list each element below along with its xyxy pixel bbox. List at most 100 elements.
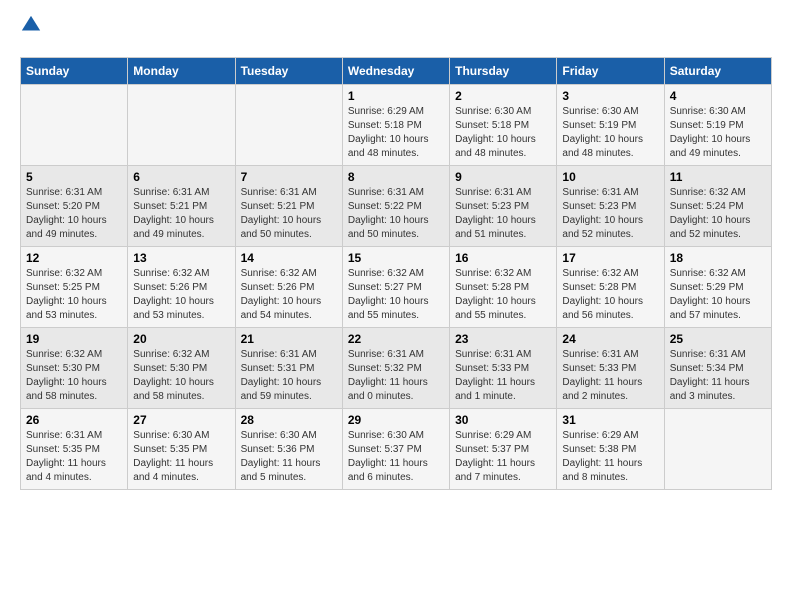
day-number: 24 xyxy=(562,332,658,346)
day-info: Sunrise: 6:31 AM Sunset: 5:22 PM Dayligh… xyxy=(348,186,444,242)
day-number: 3 xyxy=(562,89,658,103)
header-wednesday: Wednesday xyxy=(342,58,449,85)
calendar-cell: 23 Sunrise: 6:31 AM Sunset: 5:33 PM Dayli… xyxy=(450,328,557,409)
day-number: 5 xyxy=(26,170,122,184)
calendar-cell: 3Sunrise: 6:30 AM Sunset: 5:19 PM Daylig… xyxy=(557,85,664,166)
day-number: 17 xyxy=(562,251,658,265)
calendar-cell: 1Sunrise: 6:29 AM Sunset: 5:18 PM Daylig… xyxy=(342,85,449,166)
day-number: 21 xyxy=(241,332,337,346)
day-info: Sunrise: 6:31 AM Sunset: 5:21 PM Dayligh… xyxy=(241,186,337,242)
day-number: 30 xyxy=(455,413,551,427)
calendar-cell: 24Sunrise: 6:31 AM Sunset: 5:33 PM Dayli… xyxy=(557,328,664,409)
day-number: 8 xyxy=(348,170,444,184)
day-info: Sunrise: 6:32 AM Sunset: 5:29 PM Dayligh… xyxy=(670,267,766,323)
page-header xyxy=(20,20,772,41)
day-number: 6 xyxy=(133,170,229,184)
calendar-cell: 28 Sunrise: 6:30 AM Sunset: 5:36 PM Dayli… xyxy=(235,409,342,490)
calendar-cell: 26Sunrise: 6:31 AM Sunset: 5:35 PM Dayli… xyxy=(21,409,128,490)
calendar-week-1: 1Sunrise: 6:29 AM Sunset: 5:18 PM Daylig… xyxy=(21,85,772,166)
day-info: Sunrise: 6:32 AM Sunset: 5:26 PM Dayligh… xyxy=(241,267,337,323)
day-number: 1 xyxy=(348,89,444,103)
calendar-cell: 12Sunrise: 6:32 AM Sunset: 5:25 PM Dayli… xyxy=(21,247,128,328)
day-info: Sunrise: 6:32 AM Sunset: 5:24 PM Dayligh… xyxy=(670,186,766,242)
day-info: Sunrise: 6:30 AM Sunset: 5:35 PM Dayligh… xyxy=(133,429,229,485)
calendar-cell: 10 Sunrise: 6:31 AM Sunset: 5:23 PM Dayli… xyxy=(557,166,664,247)
day-info: Sunrise: 6:32 AM Sunset: 5:30 PM Dayligh… xyxy=(26,348,122,404)
day-info: Sunrise: 6:31 AM Sunset: 5:23 PM Dayligh… xyxy=(455,186,551,242)
weekday-header-row: Sunday Monday Tuesday Wednesday Thursday… xyxy=(21,58,772,85)
day-number: 15 xyxy=(348,251,444,265)
day-number: 19 xyxy=(26,332,122,346)
day-number: 25 xyxy=(670,332,766,346)
calendar-week-4: 19 Sunrise: 6:32 AM Sunset: 5:30 PM Dayli… xyxy=(21,328,772,409)
day-info: Sunrise: 6:31 AM Sunset: 5:21 PM Dayligh… xyxy=(133,186,229,242)
day-number: 12 xyxy=(26,251,122,265)
calendar-cell: 18Sunrise: 6:32 AM Sunset: 5:29 PM Dayli… xyxy=(664,247,771,328)
logo xyxy=(20,20,46,41)
day-info: Sunrise: 6:29 AM Sunset: 5:37 PM Dayligh… xyxy=(455,429,551,485)
header-sunday: Sunday xyxy=(21,58,128,85)
calendar-week-5: 26Sunrise: 6:31 AM Sunset: 5:35 PM Dayli… xyxy=(21,409,772,490)
day-info: Sunrise: 6:31 AM Sunset: 5:23 PM Dayligh… xyxy=(562,186,658,242)
calendar-cell: 29Sunrise: 6:30 AM Sunset: 5:37 PM Dayli… xyxy=(342,409,449,490)
day-number: 10 xyxy=(562,170,658,184)
calendar-table: Sunday Monday Tuesday Wednesday Thursday… xyxy=(20,57,772,490)
day-info: Sunrise: 6:32 AM Sunset: 5:28 PM Dayligh… xyxy=(455,267,551,323)
calendar-week-3: 12Sunrise: 6:32 AM Sunset: 5:25 PM Dayli… xyxy=(21,247,772,328)
calendar-cell: 13 Sunrise: 6:32 AM Sunset: 5:26 PM Dayli… xyxy=(128,247,235,328)
day-number: 7 xyxy=(241,170,337,184)
calendar-cell: 17 Sunrise: 6:32 AM Sunset: 5:28 PM Dayli… xyxy=(557,247,664,328)
day-info: Sunrise: 6:31 AM Sunset: 5:34 PM Dayligh… xyxy=(670,348,766,404)
calendar-cell xyxy=(21,85,128,166)
calendar-cell: 27 Sunrise: 6:30 AM Sunset: 5:35 PM Dayli… xyxy=(128,409,235,490)
day-info: Sunrise: 6:30 AM Sunset: 5:36 PM Dayligh… xyxy=(241,429,337,485)
calendar-cell: 8 Sunrise: 6:31 AM Sunset: 5:22 PM Daylig… xyxy=(342,166,449,247)
day-number: 28 xyxy=(241,413,337,427)
day-info: Sunrise: 6:31 AM Sunset: 5:35 PM Dayligh… xyxy=(26,429,122,485)
calendar-cell xyxy=(128,85,235,166)
header-saturday: Saturday xyxy=(664,58,771,85)
day-number: 2 xyxy=(455,89,551,103)
day-number: 27 xyxy=(133,413,229,427)
day-info: Sunrise: 6:30 AM Sunset: 5:19 PM Dayligh… xyxy=(670,105,766,161)
day-number: 11 xyxy=(670,170,766,184)
calendar-cell: 22Sunrise: 6:31 AM Sunset: 5:32 PM Dayli… xyxy=(342,328,449,409)
day-number: 14 xyxy=(241,251,337,265)
day-number: 20 xyxy=(133,332,229,346)
day-number: 9 xyxy=(455,170,551,184)
calendar-cell: 5 Sunrise: 6:31 AM Sunset: 5:20 PM Daylig… xyxy=(21,166,128,247)
day-number: 4 xyxy=(670,89,766,103)
calendar-cell: 15 Sunrise: 6:32 AM Sunset: 5:27 PM Dayli… xyxy=(342,247,449,328)
calendar-cell: 9 Sunrise: 6:31 AM Sunset: 5:23 PM Daylig… xyxy=(450,166,557,247)
calendar-cell: 31 Sunrise: 6:29 AM Sunset: 5:38 PM Dayli… xyxy=(557,409,664,490)
header-monday: Monday xyxy=(128,58,235,85)
day-info: Sunrise: 6:32 AM Sunset: 5:30 PM Dayligh… xyxy=(133,348,229,404)
day-info: Sunrise: 6:31 AM Sunset: 5:20 PM Dayligh… xyxy=(26,186,122,242)
calendar-cell: 30 Sunrise: 6:29 AM Sunset: 5:37 PM Dayli… xyxy=(450,409,557,490)
calendar-cell xyxy=(235,85,342,166)
day-number: 13 xyxy=(133,251,229,265)
logo-icon xyxy=(20,14,42,36)
day-info: Sunrise: 6:29 AM Sunset: 5:38 PM Dayligh… xyxy=(562,429,658,485)
calendar-cell: 21Sunrise: 6:31 AM Sunset: 5:31 PM Dayli… xyxy=(235,328,342,409)
day-number: 29 xyxy=(348,413,444,427)
day-info: Sunrise: 6:32 AM Sunset: 5:27 PM Dayligh… xyxy=(348,267,444,323)
calendar-cell: 19 Sunrise: 6:32 AM Sunset: 5:30 PM Dayli… xyxy=(21,328,128,409)
day-info: Sunrise: 6:31 AM Sunset: 5:32 PM Dayligh… xyxy=(348,348,444,404)
day-number: 31 xyxy=(562,413,658,427)
calendar-cell: 25 Sunrise: 6:31 AM Sunset: 5:34 PM Dayli… xyxy=(664,328,771,409)
day-info: Sunrise: 6:31 AM Sunset: 5:33 PM Dayligh… xyxy=(455,348,551,404)
calendar-cell: 6 Sunrise: 6:31 AM Sunset: 5:21 PM Daylig… xyxy=(128,166,235,247)
calendar-cell: 11 Sunrise: 6:32 AM Sunset: 5:24 PM Dayli… xyxy=(664,166,771,247)
calendar-cell: 2Sunrise: 6:30 AM Sunset: 5:18 PM Daylig… xyxy=(450,85,557,166)
calendar-cell xyxy=(664,409,771,490)
calendar-cell: 7 Sunrise: 6:31 AM Sunset: 5:21 PM Daylig… xyxy=(235,166,342,247)
calendar-cell: 14 Sunrise: 6:32 AM Sunset: 5:26 PM Dayli… xyxy=(235,247,342,328)
calendar-cell: 4 Sunrise: 6:30 AM Sunset: 5:19 PM Daylig… xyxy=(664,85,771,166)
calendar-cell: 16Sunrise: 6:32 AM Sunset: 5:28 PM Dayli… xyxy=(450,247,557,328)
day-info: Sunrise: 6:32 AM Sunset: 5:26 PM Dayligh… xyxy=(133,267,229,323)
calendar-week-2: 5 Sunrise: 6:31 AM Sunset: 5:20 PM Daylig… xyxy=(21,166,772,247)
day-info: Sunrise: 6:32 AM Sunset: 5:28 PM Dayligh… xyxy=(562,267,658,323)
day-number: 23 xyxy=(455,332,551,346)
header-friday: Friday xyxy=(557,58,664,85)
